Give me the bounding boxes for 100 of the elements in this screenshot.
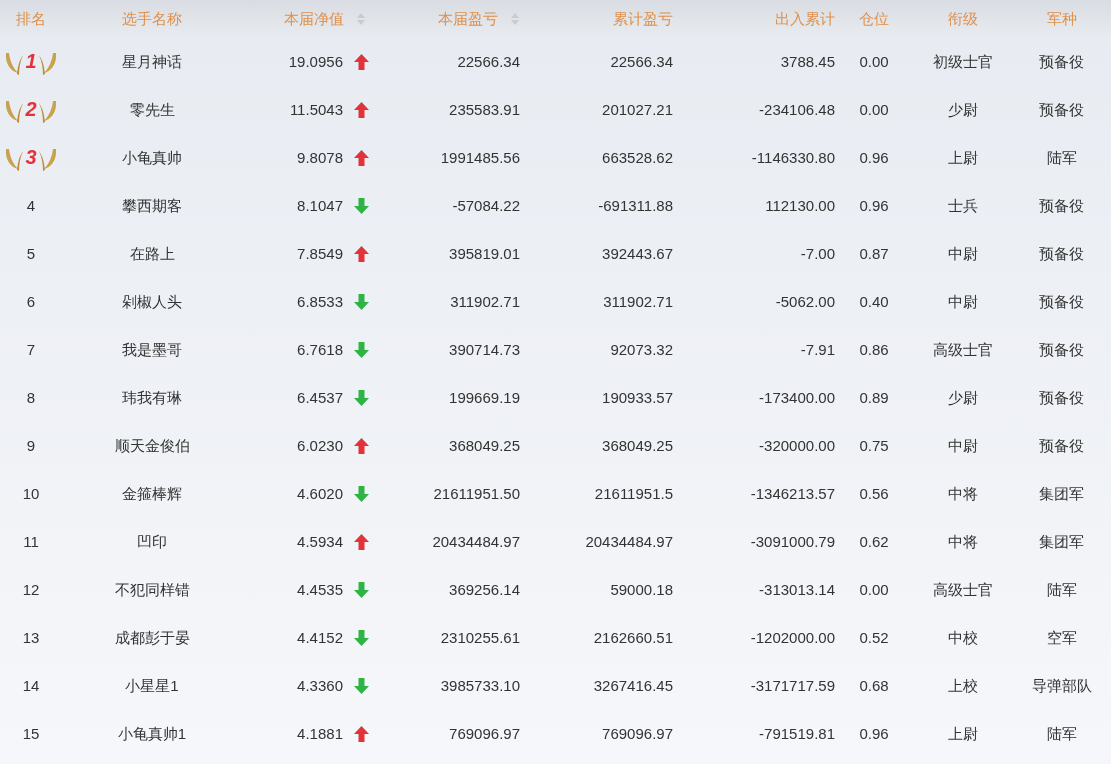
total-profit-value: 392443.67: [602, 243, 673, 264]
profit-value: 311902.71: [450, 291, 520, 312]
flow-total-value: -1202000.00: [750, 627, 835, 648]
column-header: 累计盈亏: [613, 8, 673, 29]
flow-total-value: -320000.00: [759, 435, 835, 456]
position-value: 0.52: [859, 627, 889, 648]
branch-value: 预备役: [1039, 387, 1084, 408]
profit-value: 3985733.10: [440, 675, 520, 696]
rank-title: 少尉: [947, 387, 978, 408]
player-name: 成都彭于晏: [114, 627, 190, 648]
branch-value: 预备役: [1039, 195, 1084, 216]
branch-value: 预备役: [1039, 51, 1084, 72]
position-value: 0.96: [859, 195, 889, 216]
flow-total-value: -1146330.80: [751, 147, 835, 168]
column-header[interactable]: 本届盈亏: [438, 7, 498, 31]
rank-number: 8: [26, 387, 36, 408]
player-name: 不犯同样错: [114, 579, 190, 600]
rank-title: 上校: [947, 675, 978, 696]
rank-title: 初级士官: [932, 51, 993, 72]
profit-value: -57084.22: [452, 195, 520, 216]
rank-number: 13: [22, 627, 40, 648]
profit-value: 769096.97: [449, 723, 520, 744]
flow-total-value: -5062.00: [775, 291, 835, 312]
total-profit-value: 201027.21: [602, 99, 673, 120]
sort-icon[interactable]: [356, 12, 366, 26]
profit-value: 395819.01: [449, 243, 520, 264]
net-value: 4.4152: [297, 627, 343, 648]
flow-total-value: -1346213.57: [750, 483, 835, 504]
rank-title: 上尉: [947, 147, 978, 168]
rank-number: 5: [26, 243, 36, 264]
branch-value: 预备役: [1039, 99, 1084, 120]
total-profit-value: 190933.57: [602, 387, 673, 408]
branch-value: 预备役: [1039, 339, 1084, 360]
net-value: 4.1881: [297, 723, 343, 744]
rank-title: 中尉: [947, 243, 978, 264]
position-value: 0.96: [859, 723, 889, 744]
branch-value: 陆军: [1046, 723, 1077, 744]
rank-number: 12: [22, 579, 40, 600]
profit-value: 22566.34: [457, 51, 520, 72]
player-name: 星月神话: [122, 51, 182, 72]
total-profit-value: 663528.62: [602, 147, 673, 168]
player-name: 剁椒人头: [122, 291, 182, 312]
position-value: 0.62: [859, 531, 889, 552]
column-header: 军种: [1046, 8, 1077, 29]
player-name: 小龟真帅1: [117, 723, 187, 744]
branch-value: 陆军: [1046, 579, 1077, 600]
branch-value: 空军: [1046, 627, 1077, 648]
position-value: 0.68: [859, 675, 889, 696]
flow-total-value: -3091000.79: [750, 531, 835, 552]
rank-number: 2: [25, 99, 37, 119]
player-name: 小龟真帅: [122, 147, 182, 168]
rank-title: 中校: [947, 627, 978, 648]
position-value: 0.40: [859, 291, 889, 312]
profit-value: 21611951.50: [433, 483, 520, 504]
total-profit-value: 311902.71: [603, 291, 673, 312]
rank-title: 中将: [947, 531, 978, 552]
branch-value: 预备役: [1039, 435, 1084, 456]
total-profit-value: 368049.25: [602, 435, 673, 456]
rank-number: 14: [22, 675, 40, 696]
net-value: 4.5934: [297, 531, 343, 552]
player-name: 在路上: [129, 243, 175, 264]
branch-value: 集团军: [1039, 531, 1084, 552]
rank-number: 15: [22, 723, 40, 744]
column-header: 出入累计: [775, 8, 835, 29]
total-profit-value: -691311.88: [598, 195, 673, 216]
profit-value: 199669.19: [449, 387, 520, 408]
rank-number: 10: [22, 483, 40, 504]
branch-value: 预备役: [1039, 291, 1084, 312]
player-name: 零先生: [129, 99, 175, 120]
rank-title: 中将: [947, 483, 978, 504]
net-value: 9.8078: [297, 147, 343, 168]
flow-total-value: -234106.48: [759, 99, 835, 120]
net-value: 6.8533: [297, 291, 343, 312]
rank-title: 中尉: [947, 435, 978, 456]
rank-title: 高级士官: [932, 579, 993, 600]
profit-value: 390714.73: [449, 339, 520, 360]
column-header[interactable]: 本届净值: [284, 7, 344, 31]
sort-icon[interactable]: [510, 12, 520, 26]
rank-number: 3: [25, 147, 37, 167]
player-name: 小星星1: [125, 675, 179, 696]
net-value: 6.7618: [297, 339, 343, 360]
position-value: 0.89: [859, 387, 889, 408]
rank-number: 4: [26, 195, 36, 216]
net-value: 6.4537: [297, 387, 343, 408]
total-profit-value: 92073.32: [610, 339, 673, 360]
player-name: 顺天金俊伯: [114, 435, 190, 456]
flow-total-value: 3788.45: [780, 51, 835, 72]
position-value: 0.96: [859, 147, 889, 168]
player-name: 我是墨哥: [122, 339, 182, 360]
player-name: 攀西期客: [122, 195, 182, 216]
rank-title: 士兵: [947, 195, 978, 216]
position-value: 0.00: [859, 51, 889, 72]
position-value: 0.75: [859, 435, 889, 456]
rank-number: 11: [23, 531, 39, 552]
flow-total-value: -7.00: [800, 243, 835, 264]
net-value: 19.0956: [288, 51, 343, 72]
rank-title: 中尉: [947, 291, 978, 312]
position-value: 0.00: [859, 579, 889, 600]
total-profit-value: 21611951.5: [594, 483, 673, 504]
profit-value: 235583.91: [449, 99, 520, 120]
